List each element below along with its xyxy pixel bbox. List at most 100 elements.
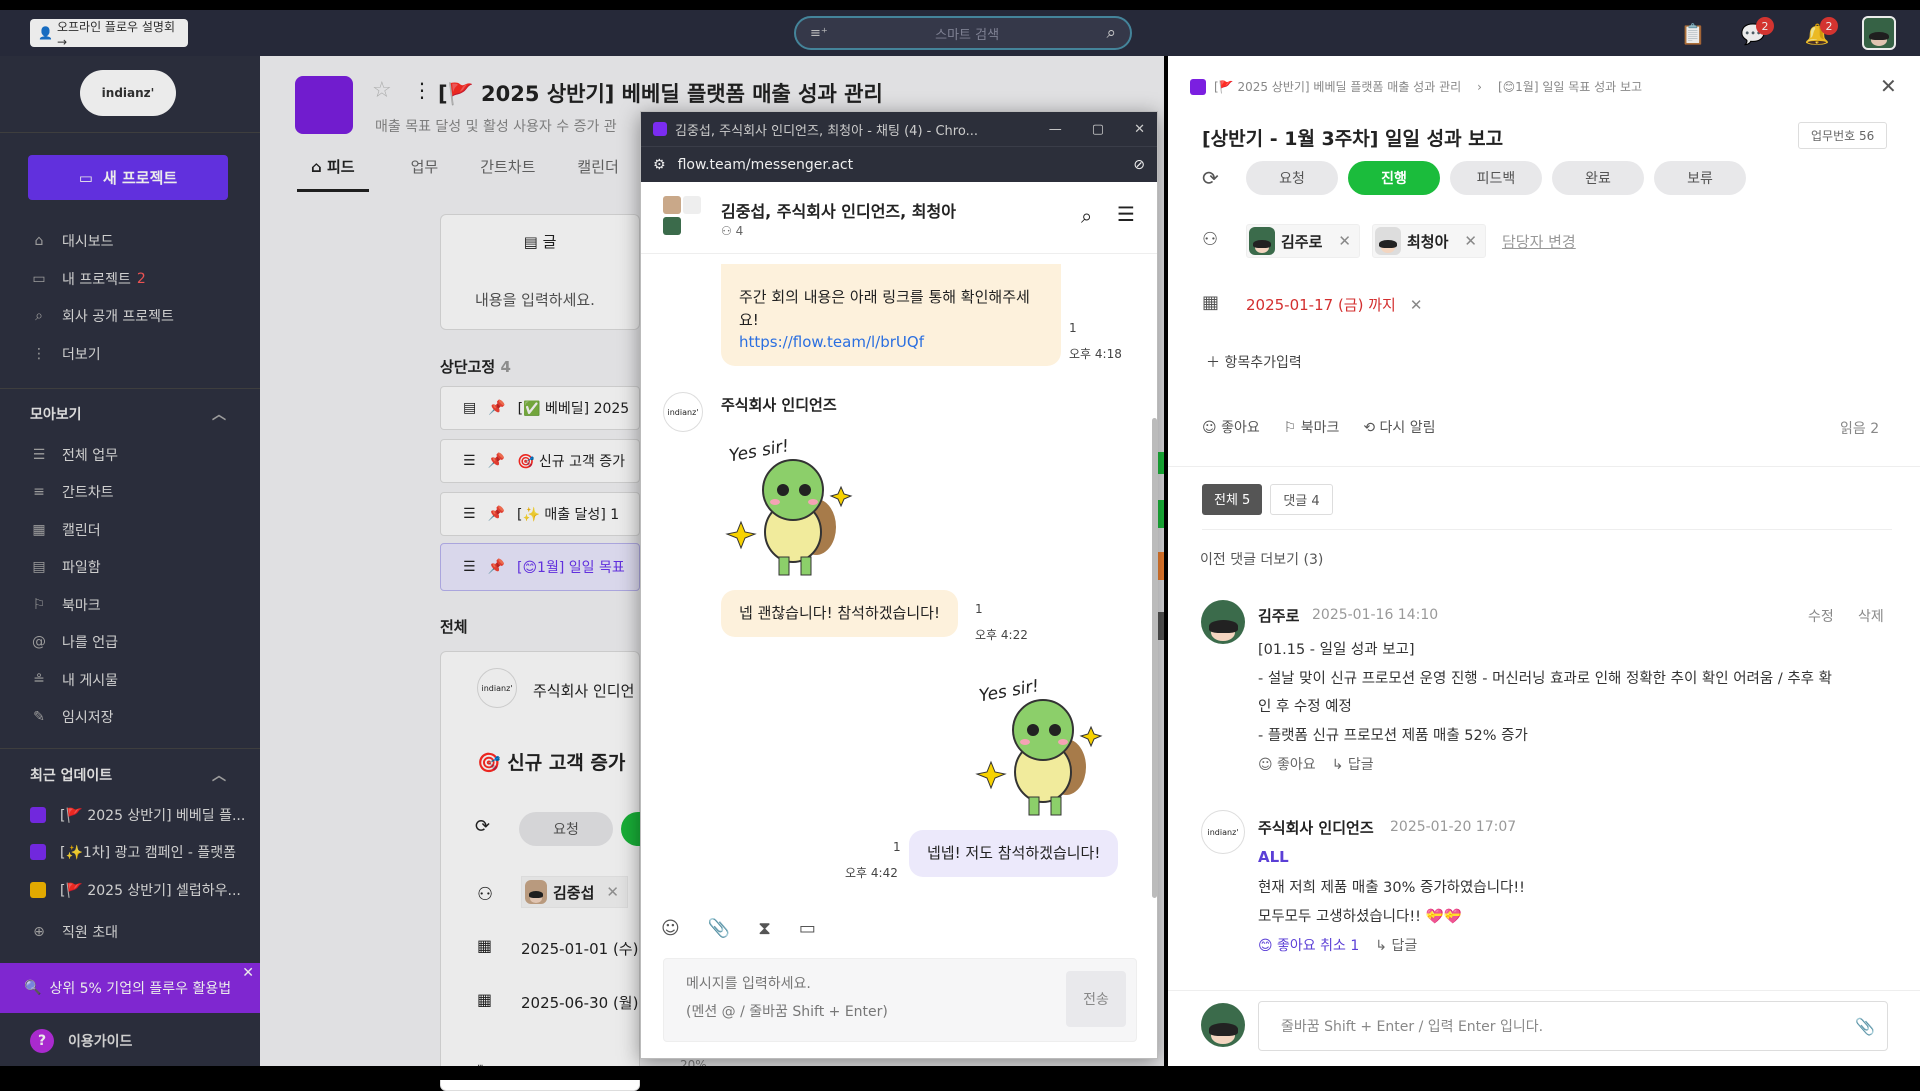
attach-icon[interactable]: 📎 [708, 918, 730, 939]
due-date[interactable]: 2025-01-17 (금) 까지 ✕ [1246, 294, 1422, 315]
promo-banner[interactable]: 🔍 상위 5% 기업의 플루우 활용법 ✕ [0, 963, 260, 1013]
tab-tasks[interactable]: 업무 [411, 156, 439, 192]
status-progress[interactable]: 진행 [1348, 161, 1440, 195]
company-logo[interactable]: indianz' [80, 70, 176, 116]
read-count[interactable]: 읽음 2 [1840, 418, 1879, 438]
remove-icon[interactable]: ✕ [1410, 296, 1423, 314]
top-bar: 👤 오프라인 플로우 설명회 → ≡⁺ 스마트 검색 ⌕ 📋 💬 2 🔔 2 [0, 10, 1920, 56]
sidebar-item-bookmark[interactable]: ⚐ 북마크 [30, 593, 101, 617]
bookmark-button[interactable]: ⚐ 북마크 [1284, 417, 1340, 437]
sidebar-item-files[interactable]: ▤ 파일함 [30, 555, 100, 579]
like-button[interactable]: ☺ 좋아요 [1202, 417, 1260, 437]
chat-scrollbar[interactable] [1152, 418, 1157, 898]
send-button[interactable]: 전송 [1066, 971, 1126, 1027]
bell-icon[interactable]: 🔔 2 [1804, 17, 1838, 47]
remind-button[interactable]: ⟲ 다시 알림 [1363, 417, 1435, 437]
like-comment-button[interactable]: ☺ 좋아요 [1258, 754, 1316, 774]
tab-feed[interactable]: ⌂ 피드 [297, 156, 369, 192]
message-link[interactable]: https://flow.team/l/brUQf [739, 331, 1043, 354]
tab-comments[interactable]: 댓글 4 [1270, 484, 1333, 515]
message-input[interactable]: 메시지를 입력하세요. (멘션 @ / 줄바꿈 Shift + Enter) 전… [663, 958, 1137, 1042]
recent-project-3[interactable]: [🚩 2025 상반기] 셀럽하우... [30, 878, 241, 902]
status-hold[interactable]: 보류 [1654, 161, 1746, 195]
write-type-post[interactable]: ▤ 글 [441, 231, 639, 252]
tab-all[interactable]: 전체 5 [1202, 484, 1263, 515]
pinned-item[interactable]: ☰ 📌 [✨ 매출 달성] 1 [440, 492, 640, 536]
sidebar-item-calendar[interactable]: ▦ 캘린더 [30, 518, 100, 542]
edit-comment-button[interactable]: 수정 [1808, 606, 1834, 626]
status-feedback[interactable]: 피드백 [1450, 161, 1542, 195]
close-icon[interactable]: ✕ [242, 965, 254, 981]
user-guide-button[interactable]: ? 이용가이드 [30, 1029, 132, 1053]
comment-author: 김주로 [1258, 607, 1300, 625]
star-icon[interactable]: ☆ [372, 78, 392, 103]
close-icon[interactable]: ✕ [1880, 74, 1897, 98]
filter-icon[interactable]: ≡⁺ [810, 26, 828, 41]
sidebar-item-drafts[interactable]: ✎ 임시저장 [30, 705, 113, 729]
invite-employee-button[interactable]: ⊕ 직원 초대 [30, 920, 118, 944]
mention-tag[interactable]: ALL [1258, 848, 1289, 866]
remove-icon[interactable]: ✕ [606, 883, 619, 901]
recent-project-1[interactable]: [🚩 2025 상반기] 베베딜 플... [30, 803, 245, 827]
sidebar-item-company-projects[interactable]: ⌕ 회사 공개 프로젝트 [30, 304, 174, 328]
status-done[interactable]: 완료 [1552, 161, 1644, 195]
pinned-item[interactable]: ▤ 📌 [✅ 베베딜] 2025 [440, 386, 640, 430]
sidebar-item-all-tasks[interactable]: ☰ 전체 업무 [30, 443, 118, 467]
recent-section-header[interactable]: 최근 업데이트 ︿ [30, 765, 226, 785]
remove-icon[interactable]: ✕ [1338, 232, 1351, 250]
pin-icon: 📌 [488, 400, 506, 416]
remove-icon[interactable]: ✕ [1464, 232, 1477, 250]
profile-avatar[interactable] [1862, 16, 1896, 50]
sidebar-item-dashboard[interactable]: ⌂ 대시보드 [30, 229, 114, 253]
status-request-pill[interactable]: 요청 [519, 812, 613, 846]
kebab-menu-icon[interactable]: ⋮ [412, 78, 432, 102]
menu-icon[interactable]: ☰ [1117, 202, 1135, 226]
offline-session-button[interactable]: 👤 오프라인 플로우 설명회 → [30, 19, 188, 49]
breadcrumb-project[interactable]: [🚩 2025 상반기] 베베딜 플랫폼 매출 성과 관리 [1214, 78, 1461, 95]
chevron-up-icon[interactable]: ︿ [212, 765, 226, 785]
breadcrumb-task[interactable]: [😊1월] 일일 목표 성과 보고 [1498, 78, 1642, 95]
address-bar[interactable]: ⚙ flow.team/messenger.act ⊘ [641, 146, 1157, 182]
smart-search-input[interactable]: ≡⁺ 스마트 검색 ⌕ [794, 16, 1132, 50]
tab-gantt[interactable]: 간트차트 [480, 156, 535, 192]
search-icon[interactable]: ⌕ [1106, 23, 1116, 43]
maximize-icon[interactable]: ▢ [1092, 122, 1104, 137]
calendar-icon: ▦ [477, 990, 493, 1009]
emoji-icon[interactable]: ☺ [661, 918, 680, 939]
new-project-button[interactable]: ▭ 새 프로젝트 [28, 155, 228, 200]
sidebar-item-gantt[interactable]: ≡ 간트차트 [30, 480, 113, 504]
reply-button[interactable]: ↳ 답글 [1375, 935, 1417, 955]
recent-project-2[interactable]: [✨1차] 광고 캠페인 - 플랫폼 [30, 840, 236, 864]
eye-off-icon[interactable]: ⊘ [1133, 157, 1145, 173]
attach-icon[interactable]: 📎 [1855, 1017, 1875, 1036]
chat-icon[interactable]: 💬 2 [1740, 17, 1774, 47]
pinned-item[interactable]: ☰ 📌 🎯 신규 고객 증가 [440, 439, 640, 483]
minimize-icon[interactable]: — [1049, 122, 1062, 137]
delete-comment-button[interactable]: 삭제 [1858, 606, 1884, 626]
breadcrumb: [🚩 2025 상반기] 베베딜 플랫폼 매출 성과 관리 › [😊1월] 일일… [1190, 78, 1642, 95]
collect-section-header[interactable]: 모아보기 ︿ [30, 404, 226, 424]
unlike-comment-button[interactable]: 😊 좋아요 취소 1 [1258, 935, 1359, 955]
post-card[interactable]: indianz' 주식회사 인디언 🎯 신규 고객 증가 ⟳ 요청 ⚇ 김중섭 ✕… [440, 651, 641, 1091]
clipboard-icon[interactable]: 📋 [1680, 21, 1706, 47]
more-comments-link[interactable]: 이전 댓글 더보기 (3) [1200, 549, 1323, 569]
change-assignee-link[interactable]: 담당자 변경 [1502, 231, 1576, 252]
sidebar-item-mentions[interactable]: @ 나를 언급 [30, 630, 118, 654]
search-icon[interactable]: ⌕ [1081, 204, 1092, 228]
sidebar-item-more[interactable]: ⋮ 더보기 [30, 342, 101, 366]
chevron-up-icon[interactable]: ︿ [212, 404, 226, 424]
reply-button[interactable]: ↳ 답글 [1332, 754, 1374, 774]
video-call-icon[interactable]: ▭ [799, 918, 816, 939]
timer-icon[interactable]: ⧗ [758, 918, 771, 939]
write-box[interactable]: ▤ 글 내용을 입력하세요. [440, 214, 640, 330]
site-settings-icon[interactable]: ⚙ [653, 157, 666, 173]
pinned-item-active[interactable]: ☰ 📌 [😊1월] 일일 목표 [440, 543, 640, 591]
tab-calendar[interactable]: 캘린더 [577, 156, 618, 192]
add-item-button[interactable]: ＋ 항목추가입력 [1206, 352, 1302, 372]
status-progress-pill[interactable] [621, 812, 641, 846]
status-request[interactable]: 요청 [1246, 161, 1338, 195]
sidebar-item-my-posts[interactable]: ≗ 내 게시물 [30, 668, 118, 692]
close-icon[interactable]: ✕ [1134, 122, 1145, 137]
sidebar-item-my-projects[interactable]: ▭ 내 프로젝트 2 [30, 267, 145, 291]
comment-input[interactable]: 줄바꿈 Shift + Enter / 입력 Enter 입니다. 📎 [1258, 1001, 1888, 1051]
